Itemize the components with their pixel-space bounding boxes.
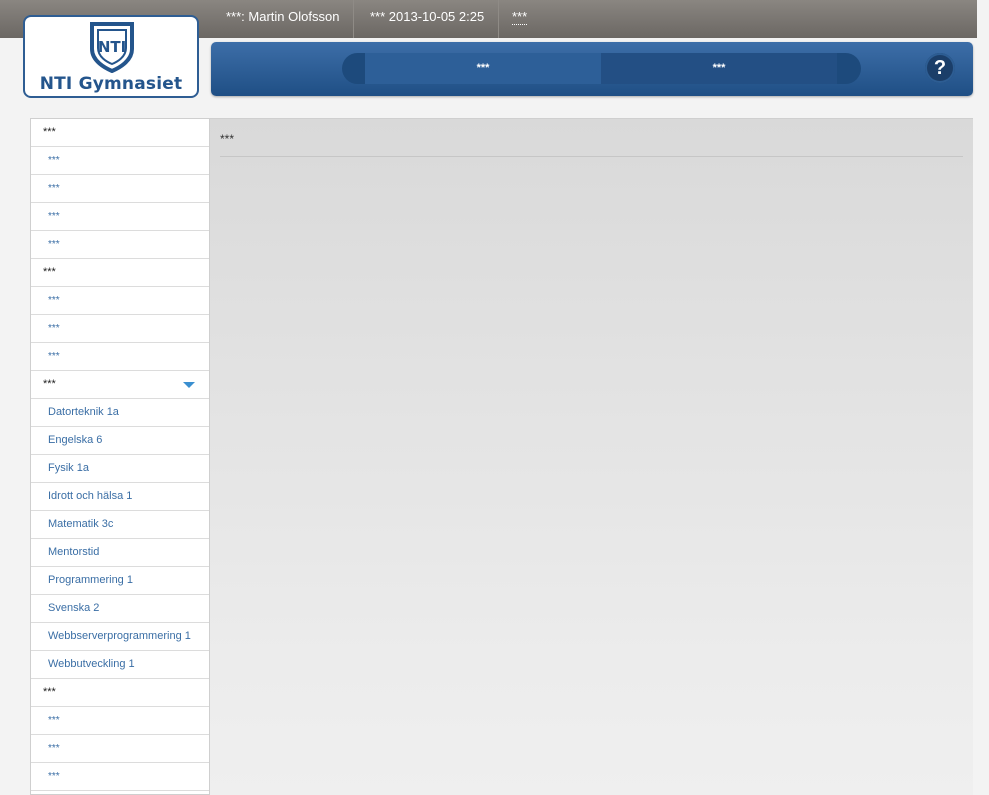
sidebar-item[interactable]: ***	[31, 287, 209, 315]
logout-link[interactable]: ***	[498, 0, 541, 38]
sidebar-item[interactable]: ***	[31, 203, 209, 231]
sidebar-item[interactable]: ***	[31, 735, 209, 763]
sidebar-item[interactable]: ***	[31, 175, 209, 203]
tab-second[interactable]: ***	[601, 53, 837, 84]
sidebar-course-item[interactable]: Mentorstid	[31, 539, 209, 567]
logged-in-user: ***: Martin Olofsson	[212, 0, 355, 38]
tab-first[interactable]: ***	[365, 53, 601, 84]
main-content: ***	[210, 118, 973, 795]
svg-text:NTI: NTI	[98, 38, 126, 56]
page-title: ***	[220, 132, 963, 157]
sidebar-section-header[interactable]: ***	[31, 679, 209, 707]
sidebar-course-item[interactable]: Matematik 3c	[31, 511, 209, 539]
last-login-time: *** 2013-10-05 2:25	[356, 0, 500, 38]
sidebar-item-label: Matematik 3c	[48, 518, 114, 530]
sidebar-item-label: Datorteknik 1a	[48, 406, 119, 418]
sidebar-item-label: Engelska 6	[48, 434, 103, 446]
sidebar-item-label: Svenska 2	[48, 602, 100, 614]
sidebar-item-label: ***	[48, 155, 60, 166]
sidebar-section-header[interactable]: ***	[31, 119, 209, 147]
sidebar-item[interactable]: ***	[31, 315, 209, 343]
sidebar-item-label: Fysik 1a	[48, 462, 89, 474]
sidebar-item-label: Webbutveckling 1	[48, 658, 135, 670]
chevron-down-icon[interactable]	[183, 382, 195, 388]
sidebar-item-label: ***	[48, 323, 60, 334]
sidebar-item[interactable]: ***	[31, 791, 209, 794]
main-navigation: *** *** ?	[211, 42, 973, 96]
school-logo[interactable]: NTI NTI Gymnasiet	[23, 15, 199, 98]
help-icon[interactable]: ?	[925, 53, 955, 83]
sidebar-course-item[interactable]: Datorteknik 1a	[31, 399, 209, 427]
sidebar-item-label: ***	[43, 126, 56, 138]
sidebar-item-label: ***	[48, 351, 60, 362]
sidebar-item-label: ***	[43, 686, 56, 698]
sidebar-item-label: Idrott och hälsa 1	[48, 490, 133, 502]
sidebar-item-label: ***	[48, 295, 60, 306]
sidebar-item-label: ***	[43, 378, 56, 390]
sidebar-course-item[interactable]: Idrott och hälsa 1	[31, 483, 209, 511]
sidebar-item[interactable]: ***	[31, 343, 209, 371]
shield-icon: NTI	[90, 22, 134, 73]
sidebar-course-item[interactable]: Engelska 6	[31, 427, 209, 455]
sidebar-item[interactable]: ***	[31, 707, 209, 735]
sidebar-item-label: ***	[48, 183, 60, 194]
sidebar-item-label: ***	[48, 771, 60, 782]
sidebar-item-label: Mentorstid	[48, 546, 100, 558]
sidebar-item-label: ***	[48, 743, 60, 754]
sidebar-menu: *** *** *** *** *** *** *** *** *** *** Datortekni…	[30, 118, 210, 795]
sidebar-course-item[interactable]: Webbserverprogrammering 1	[31, 623, 209, 651]
sidebar-item-label: Programmering 1	[48, 574, 133, 586]
sidebar-course-item[interactable]: Svenska 2	[31, 595, 209, 623]
sidebar-item-label: ***	[48, 239, 60, 250]
logo-text: NTI Gymnasiet	[39, 74, 183, 94]
sidebar-item-label: ***	[43, 266, 56, 278]
sidebar-course-item[interactable]: Fysik 1a	[31, 455, 209, 483]
sidebar-item-label: ***	[48, 211, 60, 222]
sidebar-item[interactable]: ***	[31, 147, 209, 175]
sidebar-item-label: Webbserverprogrammering 1	[48, 630, 191, 642]
sidebar-item[interactable]: ***	[31, 231, 209, 259]
logout-label[interactable]: ***	[512, 9, 528, 25]
sidebar-section-header[interactable]: ***	[31, 259, 209, 287]
sidebar-course-item[interactable]: Webbutveckling 1	[31, 651, 209, 679]
sidebar-course-item[interactable]: Programmering 1	[31, 567, 209, 595]
sidebar-item[interactable]: ***	[31, 763, 209, 791]
sidebar-item-label: ***	[48, 715, 60, 726]
sidebar-section-header[interactable]: ***	[31, 371, 209, 399]
